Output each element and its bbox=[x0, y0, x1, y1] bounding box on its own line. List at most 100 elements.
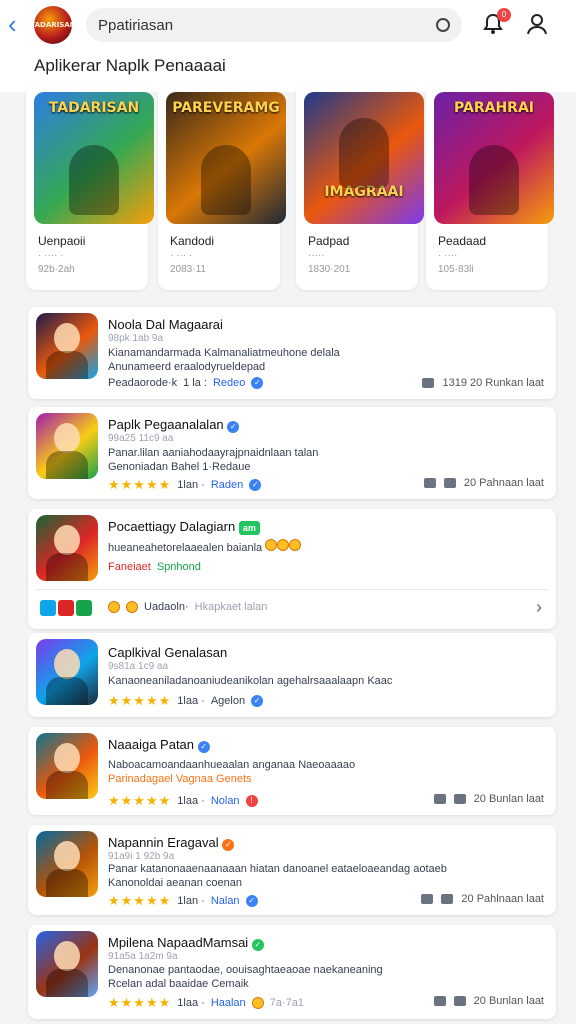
item-description: Kanonoldai aeanan coenan bbox=[108, 877, 242, 889]
search-input[interactable] bbox=[98, 16, 436, 34]
featured-art-title: TADARISAN bbox=[48, 100, 140, 116]
item-stats: 20 Bunlan laat bbox=[433, 793, 544, 805]
item-description: Panar.lilan aaniahodaayrajpnaidnlaan tal… bbox=[108, 447, 319, 459]
item-title-text: Naaaiga Patan bbox=[108, 737, 195, 752]
app-logo[interactable]: TADARISAN bbox=[34, 6, 72, 44]
item-description: Genoniadan Bahel 1·Redaue bbox=[108, 461, 251, 473]
sub-label: Uadaoln· bbox=[144, 601, 189, 613]
item-extra: 7a·7a1 bbox=[269, 997, 304, 1009]
character-body bbox=[46, 869, 88, 897]
item-meta: 91a9i 1 92b 9a bbox=[108, 851, 175, 862]
featured-name: Uenpaoii bbox=[38, 234, 86, 248]
featured-card[interactable]: IMAGRAAI Padpad ····· 1830·201 bbox=[296, 84, 424, 290]
character-face bbox=[54, 323, 80, 353]
list-item[interactable]: Noola Dal Magaarai 98pk 1ab 9a Kianamand… bbox=[28, 307, 556, 399]
item-link[interactable]: Raden bbox=[211, 479, 243, 491]
mini-thumbnail bbox=[40, 600, 56, 616]
search-icon[interactable] bbox=[436, 18, 450, 32]
item-link[interactable]: Agelon bbox=[211, 695, 245, 707]
list-item[interactable]: Paplk Pegaanalalan ✓ 99a25 11c9 aa Panar… bbox=[28, 407, 556, 499]
user-icon[interactable] bbox=[526, 12, 548, 36]
share-icon bbox=[453, 996, 466, 1006]
featured-meta: 105·83li bbox=[438, 264, 474, 275]
mini-thumbnails bbox=[40, 600, 92, 616]
list-item[interactable]: Caplkival Genalasan 9s81a 1c9 aa Kanaone… bbox=[28, 633, 556, 717]
star-rating: ★★★★★ bbox=[108, 693, 172, 708]
item-description: Kanaoneaniladanoaniudeanikolan agehalrsa… bbox=[108, 675, 393, 687]
featured-card[interactable]: PARAHRAI Peadaad · ···· 105·83li bbox=[426, 84, 554, 290]
item-stats: 20 Pahlnaan laat bbox=[421, 893, 544, 905]
list-item[interactable]: Napannin Eragaval ✓ 91a9i 1 92b 9a Panar… bbox=[28, 825, 556, 915]
item-footer: Faneiaet Spnhond bbox=[108, 561, 201, 573]
item-title-text: Paplk Pegaanalalan bbox=[108, 417, 224, 432]
item-stats-text: 20 Pahlnaan laat bbox=[461, 893, 544, 905]
app-icon bbox=[36, 931, 98, 997]
featured-meta: · ···· · bbox=[38, 250, 64, 261]
chart-icon bbox=[423, 478, 436, 488]
item-stats-text: 1319 20 Runkan laat bbox=[442, 377, 544, 389]
sub-row[interactable]: Uadaoln· Hkapkaet lalan bbox=[108, 601, 267, 613]
character-face bbox=[54, 743, 80, 773]
character-body bbox=[46, 553, 88, 581]
app-icon bbox=[36, 831, 98, 897]
item-footer: ★★★★★ 1lan · Raden ✓ bbox=[108, 477, 262, 493]
coin-icon bbox=[277, 539, 290, 551]
item-link[interactable]: Nalan bbox=[211, 895, 240, 907]
featured-meta: · ··· · bbox=[170, 250, 193, 261]
featured-thumbnail: TADARISAN bbox=[34, 92, 154, 224]
character-face bbox=[54, 649, 80, 679]
item-status-red: Faneiaet bbox=[108, 561, 151, 573]
featured-meta: 2083·11 bbox=[170, 264, 206, 275]
item-title: Pocaettiagy Dalagiarn am bbox=[108, 519, 260, 535]
back-icon[interactable]: ‹ bbox=[8, 10, 28, 38]
item-title-text: Mpilena NapaadMamsai bbox=[108, 935, 249, 950]
featured-card[interactable]: TADARISAN Uenpaoii · ···· · 92b·2ah bbox=[26, 84, 154, 290]
mini-thumbnail bbox=[58, 600, 74, 616]
featured-thumbnail: PAREVERAMG bbox=[166, 92, 286, 224]
badge-icon: ✓ bbox=[222, 839, 235, 851]
page-subtitle: Aplikerar Naplk Penaaaai bbox=[34, 56, 226, 75]
featured-row: TADARISAN Uenpaoii · ···· · 92b·2ah PARE… bbox=[26, 84, 556, 290]
verified-icon: ✓ bbox=[245, 895, 258, 907]
list-item[interactable]: Naaaiga Patan ✓ Naboacamoandaanhueaalan … bbox=[28, 727, 556, 815]
featured-name: Kandodi bbox=[170, 234, 215, 248]
search-bar[interactable] bbox=[86, 8, 462, 42]
item-link[interactable]: Haalan bbox=[211, 997, 246, 1009]
item-link[interactable]: Redeo bbox=[213, 377, 245, 389]
featured-meta: ····· bbox=[308, 250, 325, 261]
item-meta: 98pk 1ab 9a bbox=[108, 333, 164, 344]
item-footer: ★★★★★ 1laa · Haalan 7a·7a1 bbox=[108, 995, 304, 1011]
item-description: Naboacamoandaanhueaalan anganaa Naeoaaaa… bbox=[108, 759, 356, 771]
item-status-green: Spnhond bbox=[156, 561, 201, 573]
character-body bbox=[46, 351, 88, 379]
sub-description: Hkapkaet lalan bbox=[194, 601, 268, 613]
featured-thumbnail: PARAHRAI bbox=[434, 92, 554, 224]
item-footer: Peadaorode·k 1 la : Redeo ✓ bbox=[108, 377, 264, 389]
verified-icon: ✓ bbox=[251, 695, 264, 707]
coin-icon bbox=[108, 601, 120, 613]
divider bbox=[36, 589, 548, 590]
app-icon bbox=[36, 733, 98, 799]
star-rating: ★★★★★ bbox=[108, 477, 172, 492]
alert-icon: ! bbox=[245, 795, 258, 807]
star-rating: ★★★★★ bbox=[108, 995, 172, 1010]
coin-icon bbox=[126, 601, 138, 613]
list-item[interactable]: Mpilena NapaadMamsai ✓ 91a5a 1a2m 9a Den… bbox=[28, 925, 556, 1019]
character-face bbox=[54, 423, 80, 453]
app-icon bbox=[36, 313, 98, 379]
app-icon bbox=[36, 515, 98, 581]
item-meta: 99a25 11c9 aa bbox=[108, 433, 174, 444]
character-figure bbox=[201, 144, 251, 215]
featured-card[interactable]: PAREVERAMG Kandodi · ··· · 2083·11 bbox=[158, 84, 286, 290]
chevron-right-icon[interactable]: › bbox=[536, 597, 542, 618]
list-item[interactable]: Pocaettiagy Dalagiarn am hueaneahetorela… bbox=[28, 509, 556, 629]
item-author: Peadaorode·k bbox=[108, 377, 178, 389]
item-count: 1laa · bbox=[177, 795, 205, 807]
item-description: Kianamandarmada Kalmanaliatmeuhone delal… bbox=[108, 347, 340, 359]
featured-thumbnail: IMAGRAAI bbox=[304, 92, 424, 224]
item-title: Napannin Eragaval ✓ bbox=[108, 835, 235, 851]
character-face bbox=[54, 525, 80, 555]
item-count: 1 la : bbox=[183, 377, 207, 389]
character-figure bbox=[69, 144, 119, 215]
item-link[interactable]: Nolan bbox=[211, 795, 240, 807]
